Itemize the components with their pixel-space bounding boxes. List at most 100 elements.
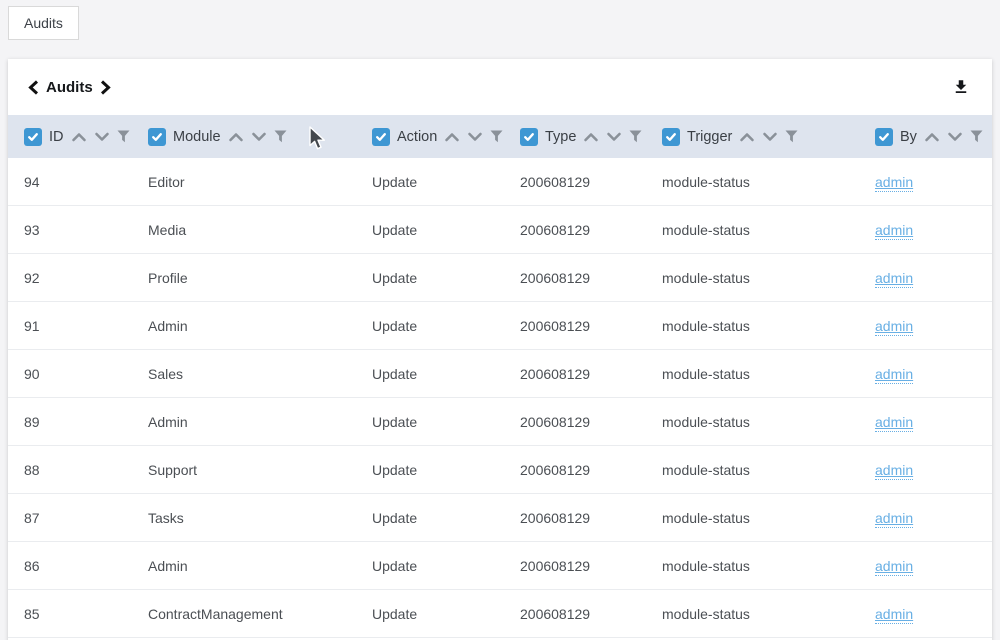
column-header-module: Module bbox=[148, 128, 372, 146]
filter-funnel-icon[interactable] bbox=[117, 130, 130, 143]
cell-by: admin bbox=[875, 606, 976, 622]
table-row: 94 Editor Update 200608129 module-status… bbox=[8, 158, 992, 206]
checkbox-checked-icon bbox=[27, 131, 39, 143]
cell-id: 88 bbox=[24, 462, 148, 478]
chevron-down-icon[interactable] bbox=[251, 132, 267, 142]
table-row: 93 Media Update 200608129 module-status … bbox=[8, 206, 992, 254]
cell-type: 200608129 bbox=[520, 414, 662, 430]
cell-id: 92 bbox=[24, 270, 148, 286]
cell-action: Update bbox=[372, 414, 520, 430]
cell-by-link[interactable]: admin bbox=[875, 174, 913, 192]
cell-trigger: module-status bbox=[662, 414, 875, 430]
chevron-up-icon[interactable] bbox=[444, 132, 460, 142]
cell-trigger: module-status bbox=[662, 174, 875, 190]
column-label: Module bbox=[173, 129, 221, 145]
cell-module: Sales bbox=[148, 366, 372, 382]
cell-by-link[interactable]: admin bbox=[875, 462, 913, 480]
cell-action: Update bbox=[372, 366, 520, 382]
cell-module: Profile bbox=[148, 270, 372, 286]
filter-funnel-icon[interactable] bbox=[785, 130, 798, 143]
cell-by-link[interactable]: admin bbox=[875, 318, 913, 336]
cell-by: admin bbox=[875, 174, 976, 190]
chevron-up-icon[interactable] bbox=[228, 132, 244, 142]
chevron-right-icon[interactable] bbox=[100, 80, 111, 95]
cell-by: admin bbox=[875, 558, 976, 574]
cell-type: 200608129 bbox=[520, 510, 662, 526]
checkbox-checked-icon bbox=[375, 131, 387, 143]
chevron-down-icon[interactable] bbox=[762, 132, 778, 142]
cell-by-link[interactable]: admin bbox=[875, 606, 913, 624]
cell-by-link[interactable]: admin bbox=[875, 366, 913, 384]
chevron-down-icon[interactable] bbox=[947, 132, 963, 142]
chevron-left-icon[interactable] bbox=[28, 80, 39, 95]
filter-funnel-icon[interactable] bbox=[490, 130, 503, 143]
cell-by: admin bbox=[875, 318, 976, 334]
card-header: Audits bbox=[8, 59, 992, 115]
cell-trigger: module-status bbox=[662, 222, 875, 238]
cell-type: 200608129 bbox=[520, 222, 662, 238]
filter-funnel-icon[interactable] bbox=[970, 130, 983, 143]
column-checkbox[interactable] bbox=[372, 128, 390, 146]
cell-type: 200608129 bbox=[520, 318, 662, 334]
table-row: 90 Sales Update 200608129 module-status … bbox=[8, 350, 992, 398]
table-header-row: ID Module bbox=[8, 115, 992, 158]
column-checkbox[interactable] bbox=[148, 128, 166, 146]
chevron-down-icon[interactable] bbox=[467, 132, 483, 142]
cell-trigger: module-status bbox=[662, 510, 875, 526]
cell-by: admin bbox=[875, 366, 976, 382]
chevron-down-icon[interactable] bbox=[94, 132, 110, 142]
filter-funnel-icon[interactable] bbox=[629, 130, 642, 143]
cell-action: Update bbox=[372, 558, 520, 574]
card-title-label: Audits bbox=[46, 79, 93, 96]
chevron-down-icon[interactable] bbox=[606, 132, 622, 142]
cell-by: admin bbox=[875, 510, 976, 526]
card-title: Audits bbox=[28, 79, 111, 96]
cell-id: 87 bbox=[24, 510, 148, 526]
download-icon bbox=[952, 77, 970, 97]
cell-by-link[interactable]: admin bbox=[875, 414, 913, 432]
column-header-type: Type bbox=[520, 128, 662, 146]
column-label: Action bbox=[397, 129, 437, 145]
cell-type: 200608129 bbox=[520, 558, 662, 574]
chevron-up-icon[interactable] bbox=[71, 132, 87, 142]
table-row: 88 Support Update 200608129 module-statu… bbox=[8, 446, 992, 494]
cell-by: admin bbox=[875, 414, 976, 430]
checkbox-checked-icon bbox=[878, 131, 890, 143]
download-button[interactable] bbox=[950, 75, 972, 99]
tab-audits-label: Audits bbox=[24, 15, 63, 31]
column-header-trigger: Trigger bbox=[662, 128, 875, 146]
cell-by-link[interactable]: admin bbox=[875, 558, 913, 576]
chevron-up-icon[interactable] bbox=[583, 132, 599, 142]
cell-id: 94 bbox=[24, 174, 148, 190]
column-checkbox[interactable] bbox=[875, 128, 893, 146]
cell-id: 93 bbox=[24, 222, 148, 238]
column-checkbox[interactable] bbox=[520, 128, 538, 146]
cell-action: Update bbox=[372, 222, 520, 238]
cell-module: Tasks bbox=[148, 510, 372, 526]
table-row: 85 ContractManagement Update 200608129 m… bbox=[8, 590, 992, 638]
column-label: Trigger bbox=[687, 129, 732, 145]
table-row: 89 Admin Update 200608129 module-status … bbox=[8, 398, 992, 446]
cell-by-link[interactable]: admin bbox=[875, 222, 913, 240]
tab-audits[interactable]: Audits bbox=[8, 6, 79, 40]
column-checkbox[interactable] bbox=[662, 128, 680, 146]
cell-action: Update bbox=[372, 510, 520, 526]
cell-by-link[interactable]: admin bbox=[875, 270, 913, 288]
cell-id: 86 bbox=[24, 558, 148, 574]
cell-id: 85 bbox=[24, 606, 148, 622]
cell-trigger: module-status bbox=[662, 462, 875, 478]
chevron-up-icon[interactable] bbox=[924, 132, 940, 142]
cell-by-link[interactable]: admin bbox=[875, 510, 913, 528]
cell-by: admin bbox=[875, 222, 976, 238]
filter-funnel-icon[interactable] bbox=[274, 130, 287, 143]
column-label: Type bbox=[545, 129, 576, 145]
cell-module: Support bbox=[148, 462, 372, 478]
chevron-up-icon[interactable] bbox=[739, 132, 755, 142]
audits-card: Audits ID bbox=[8, 59, 992, 640]
cell-module: Editor bbox=[148, 174, 372, 190]
column-label: ID bbox=[49, 129, 64, 145]
table-row: 91 Admin Update 200608129 module-status … bbox=[8, 302, 992, 350]
cell-trigger: module-status bbox=[662, 558, 875, 574]
column-checkbox[interactable] bbox=[24, 128, 42, 146]
cell-type: 200608129 bbox=[520, 462, 662, 478]
